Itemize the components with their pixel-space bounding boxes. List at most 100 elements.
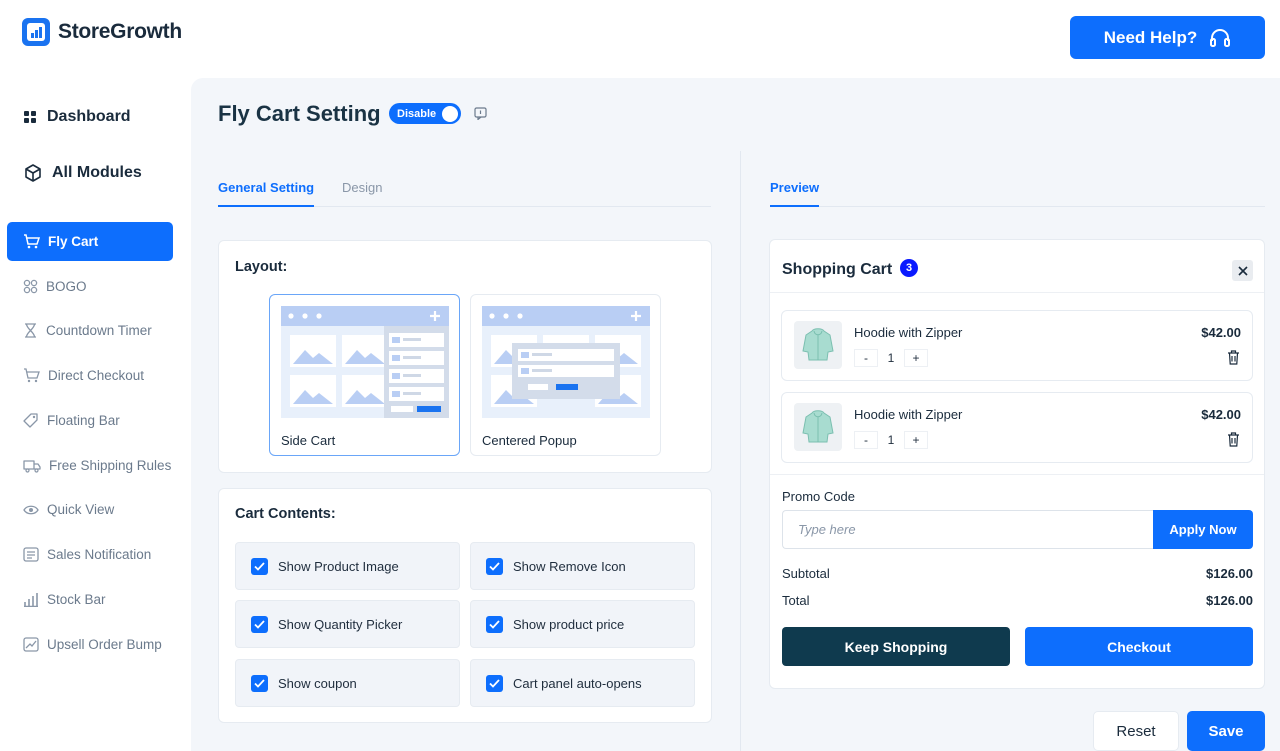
subtotal-label: Subtotal	[782, 566, 830, 581]
sidebar-item-label: Stock Bar	[47, 592, 106, 607]
promo-code-label: Promo Code	[782, 489, 855, 504]
cart-count-badge: 3	[900, 259, 918, 277]
quantity-stepper: - 1 +	[854, 349, 928, 367]
need-help-label: Need Help?	[1103, 27, 1198, 47]
eye-icon	[23, 505, 39, 514]
app-logo: StoreGrowth	[22, 18, 182, 46]
doc-icon[interactable]	[474, 107, 487, 120]
sidebar-item-label: Sales Notification	[47, 547, 152, 562]
preview-tabs-underline	[770, 206, 1265, 207]
promo-code-input[interactable]	[782, 510, 1153, 549]
divider	[770, 292, 1264, 293]
sidebar-item-sales-notification[interactable]: Sales Notification	[7, 535, 173, 574]
quantity-value: 1	[887, 351, 895, 365]
truck-icon	[23, 459, 41, 473]
sidebar-item-label: Countdown Timer	[46, 323, 152, 338]
product-name: Hoodie with Zipper	[854, 325, 963, 340]
sidebar-item-label: Floating Bar	[47, 413, 120, 428]
cube-icon	[25, 164, 41, 182]
checkbox-show-remove-icon[interactable]: Show Remove Icon	[470, 542, 695, 590]
checkbox-checked-icon	[251, 674, 268, 692]
sidebar-item-direct-checkout[interactable]: Direct Checkout	[7, 356, 173, 395]
sidebar-item-upsell-order-bump[interactable]: Upsell Order Bump	[7, 625, 173, 664]
sidebar-item-label: Direct Checkout	[48, 368, 145, 383]
module-toggle[interactable]: Disable	[389, 103, 461, 124]
checkbox-show-product-image[interactable]: Show Product Image	[235, 542, 460, 590]
sidebar-item-quick-view[interactable]: Quick View	[7, 490, 173, 529]
checkbox-show-quantity-picker[interactable]: Show Quantity Picker	[235, 600, 460, 648]
tab-preview[interactable]: Preview	[770, 180, 820, 207]
checkbox-checked-icon	[486, 674, 503, 692]
keep-shopping-button[interactable]: Keep Shopping	[782, 627, 1010, 666]
tab-general-setting[interactable]: General Setting	[218, 180, 315, 207]
sidebar-item-countdown-timer[interactable]: Countdown Timer	[7, 311, 173, 350]
sidebar-item-label: Fly Cart	[48, 234, 99, 249]
sidebar-item-stock-bar[interactable]: Stock Bar	[7, 580, 173, 619]
hoodie-icon	[802, 328, 834, 361]
cart-item: Hoodie with Zipper $42.00 - 1 +	[781, 392, 1253, 463]
cart-icon	[24, 234, 40, 249]
sidebar-item-bogo[interactable]: BOGO	[7, 267, 173, 306]
trash-icon[interactable]	[1227, 350, 1240, 365]
divider	[770, 474, 1264, 475]
product-price: $42.00	[1201, 325, 1241, 340]
sidebar-item-fly-cart[interactable]: Fly Cart	[7, 222, 173, 261]
cart-contents-title: Cart Contents:	[235, 506, 336, 522]
apply-now-button[interactable]: Apply Now	[1153, 510, 1253, 549]
layout-option-label: Side Cart	[281, 433, 336, 448]
layout-option-label: Centered Popup	[482, 433, 577, 448]
sidebar-item-free-shipping-rules[interactable]: Free Shipping Rules	[7, 446, 173, 485]
toggle-knob	[442, 105, 458, 122]
total-value: $126.00	[1206, 593, 1253, 608]
checkbox-label: Show Quantity Picker	[278, 616, 403, 632]
sidebar-dashboard-label: Dashboard	[47, 108, 131, 125]
tag-icon	[23, 413, 38, 428]
dashboard-icon	[24, 110, 36, 123]
panel-divider	[740, 151, 741, 751]
reset-button[interactable]: Reset	[1093, 711, 1179, 751]
decrement-button[interactable]: -	[854, 431, 878, 449]
checkbox-label: Show product price	[513, 616, 625, 632]
increment-button[interactable]: +	[904, 349, 928, 367]
checkbox-checked-icon	[251, 615, 268, 633]
checkout-button[interactable]: Checkout	[1025, 627, 1253, 666]
total-label: Total	[782, 593, 810, 608]
layout-option-side-cart[interactable]: Side Cart	[269, 294, 460, 456]
product-image	[794, 403, 842, 451]
save-button[interactable]: Save	[1187, 711, 1265, 751]
checkbox-checked-icon	[486, 615, 503, 633]
trend-icon	[23, 637, 39, 652]
notification-icon	[23, 547, 39, 562]
sidebar-all-modules[interactable]: All Modules	[24, 164, 142, 182]
quantity-stepper: - 1 +	[854, 431, 928, 449]
logo-icon	[22, 18, 50, 46]
sidebar-all-modules-label: All Modules	[52, 164, 142, 181]
checkbox-show-coupon[interactable]: Show coupon	[235, 659, 460, 707]
sidebar-dashboard[interactable]: Dashboard	[24, 108, 131, 126]
checkbox-label: Cart panel auto-opens	[513, 675, 642, 691]
layout-option-centered-popup[interactable]: Centered Popup	[470, 294, 661, 456]
centered-popup-illustration	[482, 306, 650, 418]
sidebar-item-label: BOGO	[46, 279, 87, 294]
product-price: $42.00	[1201, 407, 1241, 422]
layout-title: Layout:	[235, 259, 288, 275]
sidebar-item-label: Free Shipping Rules	[49, 458, 172, 473]
toggle-label: Disable	[397, 107, 437, 120]
tab-design[interactable]: Design	[342, 180, 382, 205]
side-cart-illustration	[281, 306, 449, 418]
increment-button[interactable]: +	[904, 431, 928, 449]
quantity-value: 1	[887, 433, 895, 447]
hoodie-icon	[802, 410, 834, 443]
checkbox-label: Show coupon	[278, 675, 357, 691]
need-help-button[interactable]: Need Help?	[1070, 16, 1265, 59]
sidebar-item-label: Quick View	[47, 502, 115, 517]
trash-icon[interactable]	[1227, 432, 1240, 447]
checkbox-show-product-price[interactable]: Show product price	[470, 600, 695, 648]
sidebar-item-floating-bar[interactable]: Floating Bar	[7, 401, 173, 440]
cart-item: Hoodie with Zipper $42.00 - 1 +	[781, 310, 1253, 381]
sidebar-item-label: Upsell Order Bump	[47, 637, 162, 652]
checkbox-label: Show Product Image	[278, 558, 399, 574]
checkbox-cart-panel-auto-opens[interactable]: Cart panel auto-opens	[470, 659, 695, 707]
close-button[interactable]	[1232, 260, 1253, 281]
decrement-button[interactable]: -	[854, 349, 878, 367]
